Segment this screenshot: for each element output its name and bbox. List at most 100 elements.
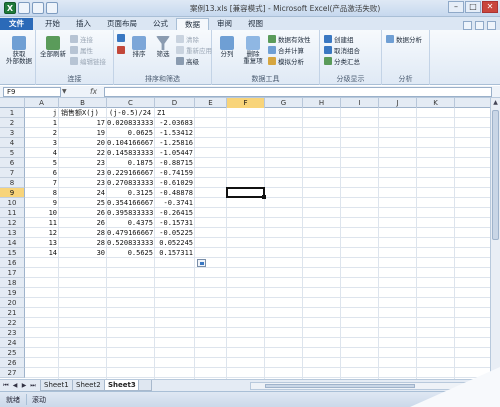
row-header-7[interactable]: 7 xyxy=(0,168,25,178)
row-header-13[interactable]: 13 xyxy=(0,228,25,238)
cell-b6[interactable]: 23 xyxy=(59,158,107,168)
cell-a11[interactable]: 10 xyxy=(25,208,59,218)
cell-c6[interactable]: 0.1875 xyxy=(107,158,155,168)
ungroup-button[interactable]: 取消组合 xyxy=(324,45,360,55)
what-if-button[interactable]: 模拟分析 xyxy=(268,56,304,66)
redo-icon[interactable] xyxy=(46,2,58,14)
column-header-b[interactable]: B xyxy=(59,98,107,108)
row-header-15[interactable]: 15 xyxy=(0,248,25,258)
cell-c8[interactable]: 0.270833333 xyxy=(107,178,155,188)
sheet-tab-1[interactable]: Sheet1 xyxy=(40,380,73,391)
tab-page-layout[interactable]: 页面布局 xyxy=(99,18,145,30)
column-header-j[interactable]: J xyxy=(379,98,417,108)
column-header-f[interactable]: F xyxy=(227,98,265,108)
row-header-5[interactable]: 5 xyxy=(0,148,25,158)
cell-d13[interactable]: -0.05225 xyxy=(155,228,195,238)
row-header-14[interactable]: 14 xyxy=(0,238,25,248)
cell-a2[interactable]: 1 xyxy=(25,118,59,128)
cell-d2[interactable]: -2.03683 xyxy=(155,118,195,128)
paste-options-icon[interactable] xyxy=(197,259,206,267)
sort-button[interactable]: 排序 xyxy=(128,36,150,58)
cell-a5[interactable]: 4 xyxy=(25,148,59,158)
cell-b4[interactable]: 20 xyxy=(59,138,107,148)
cell-a14[interactable]: 13 xyxy=(25,238,59,248)
row-header-27[interactable]: 27 xyxy=(0,368,25,378)
cell-b15[interactable]: 30 xyxy=(59,248,107,258)
cell-b9[interactable]: 24 xyxy=(59,188,107,198)
row-header-19[interactable]: 19 xyxy=(0,288,25,298)
vertical-scrollbar[interactable]: ▲ ▼ xyxy=(490,98,500,379)
remove-duplicates-button[interactable]: 删除 重复项 xyxy=(240,36,266,65)
cell-d15[interactable]: 0.157311 xyxy=(155,248,195,258)
cell-c9[interactable]: 0.3125 xyxy=(107,188,155,198)
cell-d9[interactable]: -0.48878 xyxy=(155,188,195,198)
tab-review[interactable]: 审阅 xyxy=(209,18,240,30)
get-external-data-button[interactable]: 获取 外部数据 xyxy=(4,36,34,65)
maximize-button[interactable]: □ xyxy=(465,1,481,13)
cell-c11[interactable]: 0.395833333 xyxy=(107,208,155,218)
cell-b7[interactable]: 23 xyxy=(59,168,107,178)
row-header-4[interactable]: 4 xyxy=(0,138,25,148)
active-cell-selection[interactable] xyxy=(226,187,265,198)
chevron-down-icon[interactable]: ▼ xyxy=(62,88,67,95)
column-header-h[interactable]: H xyxy=(303,98,341,108)
cell-c5[interactable]: 0.145833333 xyxy=(107,148,155,158)
row-header-9[interactable]: 9 xyxy=(0,188,25,198)
row-header-25[interactable]: 25 xyxy=(0,348,25,358)
cell-a8[interactable]: 7 xyxy=(25,178,59,188)
cell-d5[interactable]: -1.05447 xyxy=(155,148,195,158)
row-header-22[interactable]: 22 xyxy=(0,318,25,328)
row-header-1[interactable]: 1 xyxy=(0,108,25,118)
insert-sheet-icon[interactable] xyxy=(138,380,152,391)
refresh-all-button[interactable]: 全部刷新 xyxy=(38,36,68,58)
cell-d14[interactable]: 0.052245 xyxy=(155,238,195,248)
clear-filter-button[interactable]: 清除 xyxy=(176,34,199,44)
filter-button[interactable]: 筛选 xyxy=(152,36,174,58)
scroll-up-icon[interactable]: ▲ xyxy=(491,98,500,107)
connections-button[interactable]: 连接 xyxy=(70,34,93,44)
cell-d6[interactable]: -0.88715 xyxy=(155,158,195,168)
cell-c12[interactable]: 0.4375 xyxy=(107,218,155,228)
row-header-23[interactable]: 23 xyxy=(0,328,25,338)
cell-b5[interactable]: 22 xyxy=(59,148,107,158)
first-sheet-icon[interactable]: ⏮ xyxy=(2,381,10,390)
vertical-scroll-thumb[interactable] xyxy=(492,110,499,240)
cell-b13[interactable]: 28 xyxy=(59,228,107,238)
cell-b1-header[interactable]: 销售额X(j) xyxy=(59,108,107,118)
column-header-g[interactable]: G xyxy=(265,98,303,108)
select-all-corner[interactable] xyxy=(0,98,25,108)
properties-button[interactable]: 属性 xyxy=(70,45,93,55)
row-header-17[interactable]: 17 xyxy=(0,268,25,278)
cell-c3[interactable]: 0.0625 xyxy=(107,128,155,138)
column-header-k[interactable]: K xyxy=(417,98,455,108)
row-header-26[interactable]: 26 xyxy=(0,358,25,368)
cell-c4[interactable]: 0.104166667 xyxy=(107,138,155,148)
prev-sheet-icon[interactable]: ◀ xyxy=(11,381,19,390)
row-header-21[interactable]: 21 xyxy=(0,308,25,318)
row-header-10[interactable]: 10 xyxy=(0,198,25,208)
fill-handle[interactable] xyxy=(262,195,266,199)
cell-b3[interactable]: 19 xyxy=(59,128,107,138)
tab-view[interactable]: 视图 xyxy=(240,18,271,30)
subtotal-button[interactable]: 分类汇总 xyxy=(324,56,360,66)
cell-a12[interactable]: 11 xyxy=(25,218,59,228)
help-icon[interactable] xyxy=(463,21,472,30)
consolidate-button[interactable]: 合并计算 xyxy=(268,45,304,55)
cell-b10[interactable]: 25 xyxy=(59,198,107,208)
cell-c13[interactable]: 0.479166667 xyxy=(107,228,155,238)
row-header-12[interactable]: 12 xyxy=(0,218,25,228)
save-icon[interactable] xyxy=(18,2,30,14)
reapply-button[interactable]: 重新应用 xyxy=(176,45,212,55)
cell-b2[interactable]: 17 xyxy=(59,118,107,128)
cell-a7[interactable]: 6 xyxy=(25,168,59,178)
cell-b12[interactable]: 26 xyxy=(59,218,107,228)
cell-a13[interactable]: 12 xyxy=(25,228,59,238)
cell-a3[interactable]: 2 xyxy=(25,128,59,138)
close-button[interactable]: ✕ xyxy=(482,1,498,13)
cell-area[interactable]: j 销售额X(j) (j-0.5)/24 Z1 1 17 0.020833333 -2.036… xyxy=(25,108,490,379)
cell-b14[interactable]: 28 xyxy=(59,238,107,248)
cell-d1-header[interactable]: Z1 xyxy=(155,108,195,118)
tab-file[interactable]: 文件 xyxy=(0,18,33,30)
data-analysis-button[interactable]: 数据分析 xyxy=(386,34,422,44)
workbook-close-icon[interactable] xyxy=(487,21,496,30)
